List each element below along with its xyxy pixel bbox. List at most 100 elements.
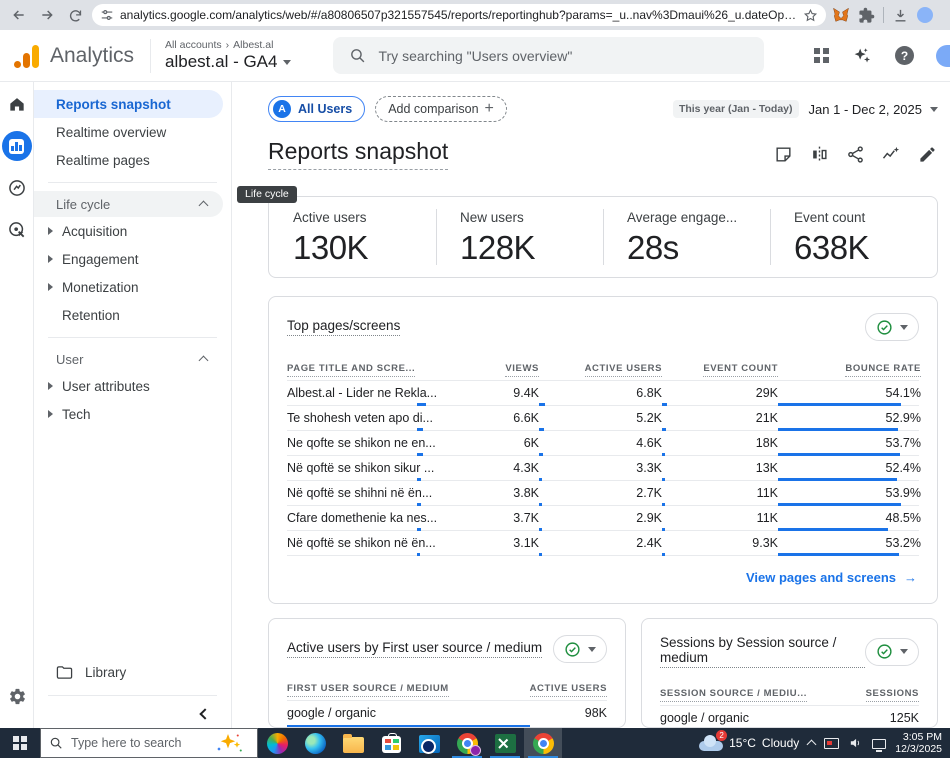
column-header[interactable]: BOUNCE RATE [778, 363, 921, 374]
search-icon [49, 736, 63, 750]
taskbar-clock[interactable]: 3:05 PM 12/3/2025 [895, 731, 942, 755]
weather-temp: 15°C [729, 736, 756, 750]
taskbar-excel-icon[interactable] [486, 728, 524, 758]
notes-icon[interactable] [772, 143, 794, 165]
breadcrumb-chevron: › [226, 39, 230, 51]
start-button[interactable] [0, 728, 40, 758]
table-header-row: PAGE TITLE AND SCRE...VIEWSACTIVE USERSE… [287, 363, 919, 381]
metrics-summary-card: Active users 130K New users 128K Average… [268, 196, 938, 278]
sidebar-item-tech[interactable]: Tech [34, 400, 231, 428]
ga-profile-avatar[interactable] [936, 45, 950, 67]
expand-arrow-icon [48, 227, 53, 235]
dimension-cell: google / organic [660, 711, 749, 725]
taskbar-copilot-icon[interactable] [258, 728, 296, 758]
collapse-sidebar-button[interactable] [34, 710, 231, 718]
sidebar-item-reports-snapshot[interactable]: Reports snapshot [34, 90, 223, 118]
collapse-chevron-icon [199, 356, 209, 366]
address-bar[interactable]: analytics.google.com/analytics/web/#/a80… [92, 4, 826, 26]
column-header[interactable]: ACTIVE USERS [539, 363, 662, 374]
downloads-icon[interactable] [892, 7, 909, 24]
sidebar-item-user-attributes[interactable]: User attributes [34, 372, 231, 400]
forward-icon[interactable] [36, 4, 58, 26]
section-header-life-cycle[interactable]: Life cycle [34, 191, 223, 217]
tray-expand-icon[interactable] [807, 740, 817, 750]
sidebar-item-realtime-overview[interactable]: Realtime overview [34, 118, 223, 146]
weather-widget[interactable]: 2 15°C Cloudy [699, 735, 799, 751]
gemini-sparkle-icon[interactable] [851, 45, 873, 67]
breadcrumb-account: Albest.al [233, 39, 273, 51]
sidebar-item-library[interactable]: Library [34, 657, 231, 687]
sidebar-item-acquisition[interactable]: Acquisition [34, 217, 231, 245]
sidebar-item-monetization[interactable]: Monetization [34, 273, 231, 301]
data-quality-dropdown[interactable] [865, 313, 919, 341]
metamask-extension-icon[interactable] [832, 6, 850, 24]
views-cell: 4.3K [417, 456, 539, 480]
display-tray-icon[interactable] [824, 738, 839, 749]
taskbar-edge-icon[interactable] [296, 728, 334, 758]
taskbar-file-explorer-icon[interactable] [334, 728, 372, 758]
advertising-icon[interactable] [7, 220, 27, 240]
column-header[interactable]: VIEWS [417, 363, 539, 374]
share-icon[interactable] [844, 143, 866, 165]
caret-down-icon [588, 647, 596, 652]
all-users-chip[interactable]: A All Users [268, 96, 365, 122]
network-tray-icon[interactable] [872, 739, 886, 749]
views-cell: 6.6K [417, 406, 539, 430]
browser-toolbar: analytics.google.com/analytics/web/#/a80… [0, 0, 950, 30]
taskbar-chrome-profile-icon[interactable] [448, 728, 486, 758]
extensions-puzzle-icon[interactable] [858, 7, 875, 24]
date-range-picker[interactable]: Jan 1 - Dec 2, 2025 [809, 102, 938, 117]
table-row: Cfare domethenie ka nes...3.7K2.9K11K48.… [287, 506, 919, 531]
home-icon[interactable] [7, 94, 27, 114]
metric-new-users: New users 128K [436, 197, 603, 277]
bounce_rate-cell: 48.5% [778, 506, 921, 530]
taskbar-store-icon[interactable] [372, 728, 410, 758]
sidebar-item-realtime-pages[interactable]: Realtime pages [34, 146, 223, 174]
taskbar-chrome-active-icon[interactable] [524, 728, 562, 758]
insights-icon[interactable] [880, 143, 902, 165]
table-row: Në qoftë se shikon në ën...3.1K2.4K9.3K5… [287, 531, 919, 556]
table-body: Albest.al - Lider ne Rekla...9.4K6.8K29K… [287, 381, 919, 556]
column-header[interactable]: EVENT COUNT [662, 363, 778, 374]
taskbar-search-input[interactable]: Type here to search [40, 728, 258, 758]
comparison-icon[interactable] [808, 143, 830, 165]
sidebar-divider [48, 182, 217, 183]
data-quality-dropdown[interactable] [553, 635, 607, 663]
ga-search-input[interactable]: Try searching "Users overview" [333, 37, 764, 74]
product-name: Analytics [50, 44, 134, 68]
bounce_rate-cell: 53.9% [778, 481, 921, 505]
taskbar-outlook-icon[interactable] [410, 728, 448, 758]
back-icon[interactable] [8, 4, 30, 26]
value-cell: 125K [890, 711, 919, 725]
account-switcher[interactable]: All accounts › Albest.al albest.al - GA4 [165, 39, 291, 72]
explore-icon[interactable] [7, 178, 27, 198]
bookmark-star-icon[interactable] [803, 8, 818, 23]
active_users-cell: 4.6K [539, 431, 662, 455]
refresh-icon[interactable] [64, 4, 86, 26]
add-comparison-chip[interactable]: Add comparison + [375, 96, 507, 122]
main-content: A All Users Add comparison + This year (… [232, 82, 950, 758]
table-row: Albest.al - Lider ne Rekla...9.4K6.8K29K… [287, 381, 919, 406]
admin-gear-icon[interactable] [0, 687, 34, 706]
column-header[interactable]: PAGE TITLE AND SCRE... [287, 363, 417, 374]
event_count-cell: 11K [662, 506, 778, 530]
apps-grid-icon[interactable] [814, 48, 829, 63]
section-header-user[interactable]: User [34, 346, 223, 372]
sidebar-item-engagement[interactable]: Engagement [34, 245, 231, 273]
view-pages-link[interactable]: View pages and screens [746, 570, 896, 585]
reports-nav-icon[interactable] [2, 131, 32, 161]
property-name[interactable]: albest.al - GA4 [165, 52, 277, 72]
event_count-cell: 18K [662, 431, 778, 455]
sidebar-item-retention[interactable]: Retention [34, 301, 231, 329]
table-row: Te shohesh veten apo di...6.6K5.2K21K52.… [287, 406, 919, 431]
profile-avatar-icon[interactable] [917, 7, 933, 23]
url-text[interactable]: analytics.google.com/analytics/web/#/a80… [120, 8, 797, 22]
active_users-cell: 2.7K [539, 481, 662, 505]
volume-icon[interactable] [848, 736, 863, 750]
edit-icon[interactable] [916, 143, 938, 165]
table-row: google / organic 125K [660, 706, 919, 728]
data-quality-dropdown[interactable] [865, 638, 919, 666]
page-title-cell: Albest.al - Lider ne Rekla... [287, 386, 417, 400]
site-settings-icon[interactable] [100, 8, 114, 22]
help-icon[interactable]: ? [895, 46, 914, 65]
